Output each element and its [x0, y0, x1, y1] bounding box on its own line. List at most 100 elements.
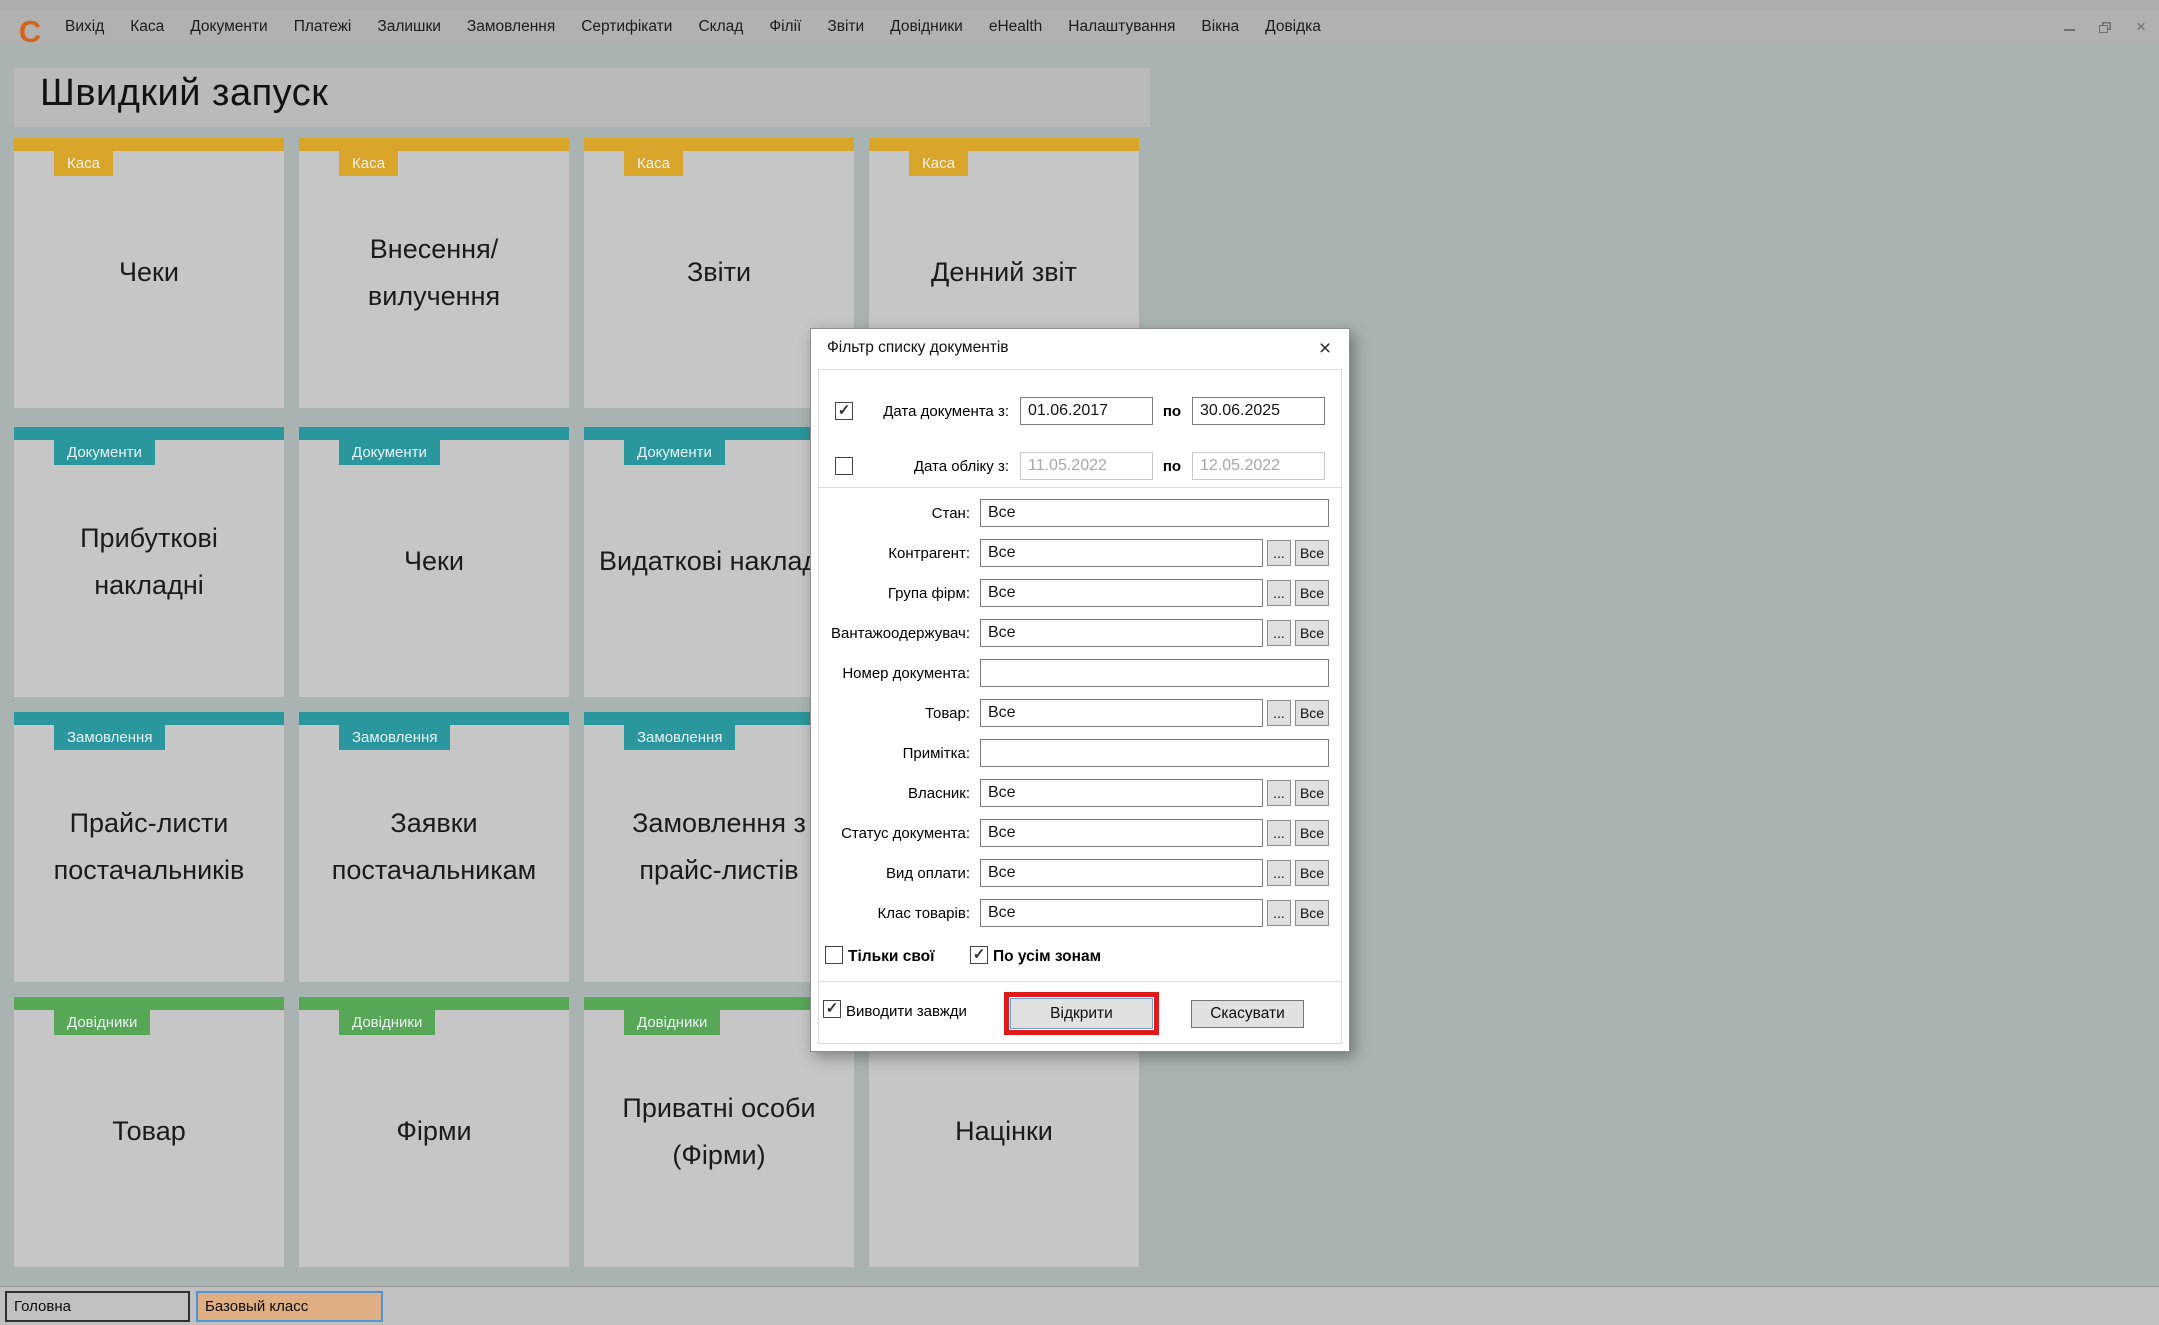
menu-item-10[interactable]: Звіти	[814, 18, 877, 36]
menu-item-2[interactable]: Каса	[117, 18, 177, 36]
lookup-browse-button[interactable]: ...	[1267, 820, 1291, 846]
menu-item-14[interactable]: Вікна	[1188, 18, 1252, 36]
cancel-button[interactable]: Скасувати	[1191, 1000, 1304, 1028]
section-divider	[818, 981, 1342, 982]
task-tab-holovna[interactable]: Головна	[5, 1291, 190, 1322]
field-label: Контрагент:	[888, 545, 970, 562]
menu-item-6[interactable]: Замовлення	[454, 18, 568, 36]
lookup-all-button[interactable]: Все	[1295, 540, 1329, 566]
date-to-combo[interactable]: 30.06.2025	[1192, 397, 1325, 425]
lookup-all-button[interactable]: Все	[1295, 860, 1329, 886]
tile-title: Внесення/вилучення	[367, 233, 501, 311]
menu-item-7[interactable]: Сертифікати	[568, 18, 685, 36]
field-text-input[interactable]	[980, 739, 1329, 767]
tile[interactable]: Каса Чеки	[14, 138, 284, 408]
field-label: Статус документа:	[841, 825, 970, 842]
check-mark-icon: ✓	[972, 945, 986, 963]
always-show-label: Виводити завжди	[846, 1003, 967, 1020]
menu-item-5[interactable]: Залишки	[364, 18, 454, 36]
lookup-browse-button[interactable]: ...	[1267, 780, 1291, 806]
app-window: C Вихід Каса Документи Платежі Залишки Замовл…	[0, 0, 2159, 1325]
menu-item-15[interactable]: Довідка	[1252, 18, 1334, 36]
menu-item-12[interactable]: eHealth	[976, 18, 1055, 36]
field-label: Стан:	[931, 505, 970, 522]
tile[interactable]: Документи Чеки	[299, 427, 569, 697]
lookup-all-button[interactable]: Все	[1295, 580, 1329, 606]
option-checkbox[interactable]	[825, 946, 843, 964]
tile[interactable]: Замовлення Заявки постачальникам	[299, 712, 569, 982]
tile-title: Товар	[112, 1116, 186, 1147]
tile-title: Фірми	[396, 1116, 472, 1147]
menu-item-9[interactable]: Філії	[756, 18, 814, 36]
option-checkbox-label: Тільки свої	[848, 948, 935, 965]
lookup-value-input[interactable]: Все	[980, 619, 1263, 647]
field-label: Номер документа:	[842, 665, 970, 682]
lookup-value-input[interactable]: Все	[980, 859, 1263, 887]
tile-title: Чеки	[119, 257, 179, 288]
lookup-browse-button[interactable]: ...	[1267, 580, 1291, 606]
option-checkbox[interactable]: ✓	[970, 946, 988, 964]
field-label: Вид оплати:	[886, 865, 970, 882]
menu-item-1[interactable]: Вихід	[52, 18, 117, 36]
menu-item-8[interactable]: Склад	[685, 18, 756, 36]
app-logo-icon: C	[18, 14, 42, 49]
lookup-browse-button[interactable]: ...	[1267, 860, 1291, 886]
tile[interactable]: Замовлення Прайс-листи постачальників	[14, 712, 284, 982]
open-button[interactable]: Відкрити	[1010, 998, 1153, 1029]
quick-launch-title: Швидкий запуск	[40, 72, 329, 114]
menu-bar-items: Вихід Каса Документи Платежі Залишки Замовлен…	[52, 10, 1334, 44]
date-from-combo: 11.05.2022	[1020, 452, 1153, 480]
lookup-value-input[interactable]: Все	[980, 779, 1263, 807]
date-row-checkbox[interactable]: ✓	[835, 402, 853, 420]
lookup-browse-button[interactable]: ...	[1267, 900, 1291, 926]
tile[interactable]: Документи Прибуткові накладні	[14, 427, 284, 697]
restore-icon[interactable]	[2097, 19, 2113, 35]
section-divider	[818, 487, 1342, 488]
lookup-value-input[interactable]: Все	[980, 579, 1263, 607]
lookup-value-input[interactable]: Все	[980, 699, 1263, 727]
date-row-checkbox[interactable]	[835, 457, 853, 475]
tile[interactable]: Довідники Фірми	[299, 997, 569, 1267]
always-show-checkbox[interactable]: ✓	[823, 1000, 841, 1018]
minimize-icon[interactable]	[2061, 19, 2077, 35]
lookup-value-input[interactable]: Все	[980, 819, 1263, 847]
menu-bar: C Вихід Каса Документи Платежі Залишки Замовл…	[0, 10, 2159, 48]
menu-item-13[interactable]: Налаштування	[1055, 18, 1188, 36]
date-range-to-label: по	[1162, 458, 1182, 475]
date-to-combo: 12.05.2022	[1192, 452, 1325, 480]
date-from-combo[interactable]: 01.06.2017	[1020, 397, 1153, 425]
task-bar: Головна Базовый класс	[0, 1286, 2159, 1325]
lookup-all-button[interactable]: Все	[1295, 780, 1329, 806]
lookup-all-button[interactable]: Все	[1295, 700, 1329, 726]
lookup-value-input[interactable]: Все	[980, 539, 1263, 567]
field-label: Група фірм:	[887, 585, 970, 602]
field-text-input[interactable]	[980, 659, 1329, 687]
lookup-value-input[interactable]: Все	[980, 899, 1263, 927]
tile[interactable]: Каса Внесення/вилучення	[299, 138, 569, 408]
dialog-close-icon[interactable]: ×	[1311, 335, 1339, 363]
menu-item-11[interactable]: Довідники	[877, 18, 976, 36]
check-mark-icon: ✓	[837, 401, 851, 419]
date-row-label: Дата документа з:	[883, 403, 1009, 420]
close-icon[interactable]: ×	[2133, 18, 2149, 35]
lookup-all-button[interactable]: Все	[1295, 900, 1329, 926]
lookup-browse-button[interactable]: ...	[1267, 700, 1291, 726]
task-tab-bazovyi-klass[interactable]: Базовый класс	[196, 1291, 383, 1322]
lookup-browse-button[interactable]: ...	[1267, 540, 1291, 566]
state-select[interactable]: Все	[980, 499, 1329, 527]
quick-launch-panel: Швидкий запуск	[14, 68, 1150, 127]
dialog-title: Фільтр списку документів	[827, 339, 1009, 356]
lookup-browse-button[interactable]: ...	[1267, 620, 1291, 646]
lookup-all-button[interactable]: Все	[1295, 820, 1329, 846]
window-controls: ×	[2061, 10, 2149, 44]
tile[interactable]: Довідники Товар	[14, 997, 284, 1267]
lookup-all-button[interactable]: Все	[1295, 620, 1329, 646]
menu-item-4[interactable]: Платежі	[281, 18, 365, 36]
field-label: Вантажоодержувач:	[831, 625, 970, 642]
menu-item-3[interactable]: Документи	[177, 18, 280, 36]
date-row-label: Дата обліку з:	[913, 458, 1009, 475]
window-titlebar	[0, 0, 2159, 10]
tile-title: Прайс-листи постачальників	[53, 807, 245, 885]
date-range-to-label: по	[1162, 403, 1182, 420]
filter-dialog: Фільтр списку документів × ✓ Дата докумен…	[810, 328, 1350, 1052]
